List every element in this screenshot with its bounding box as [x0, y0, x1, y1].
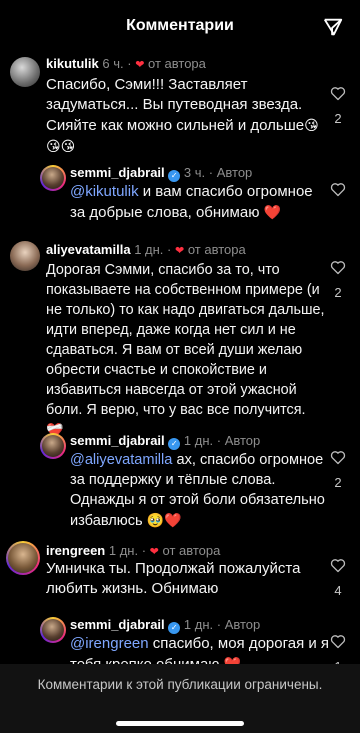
- comment-time: 3 ч.: [183, 165, 206, 180]
- like-count: 4: [334, 583, 342, 598]
- like-button[interactable]: 2: [330, 86, 346, 126]
- filter-icon[interactable]: [322, 16, 344, 38]
- like-count: 2: [334, 111, 342, 126]
- heart-outline-icon: [330, 183, 346, 197]
- comments-limited-notice: Комментарии к этой публикации ограничены…: [37, 677, 323, 692]
- mention-link[interactable]: @aliyevatamilla: [70, 452, 172, 468]
- comments-limited-footer: Комментарии к этой публикации ограничены…: [0, 664, 360, 733]
- reply-semmi-1: semmi_djabrail ✓ 3 ч. · Автор @kikutulik…: [0, 160, 360, 232]
- comment-time: 1 дн.: [183, 433, 214, 448]
- comment-username[interactable]: semmi_djabrail: [70, 433, 165, 448]
- comment-time: 1 дн.: [134, 242, 164, 257]
- comment-username[interactable]: semmi_djabrail: [70, 165, 165, 180]
- comment-text: Спасибо, Сэми!!! Заставляет задуматься..…: [46, 76, 319, 154]
- author-liked-heart-icon: ❤: [135, 59, 145, 71]
- liked-by-author-label: от автора: [148, 56, 206, 71]
- heart-outline-icon: [330, 451, 346, 465]
- comment-text: @aliyevatamilla ах, спасибо огромное за …: [70, 452, 325, 529]
- comment-username[interactable]: kikutulik: [46, 56, 99, 71]
- avatar[interactable]: [40, 617, 66, 643]
- reply-semmi-3: semmi_djabrail ✓ 1 дн. · Автор @irengree…: [0, 612, 360, 664]
- header: Комментарии: [0, 0, 360, 52]
- like-button[interactable]: 2: [330, 260, 346, 300]
- author-badge: Автор: [224, 617, 261, 632]
- comment-irengreen: irengreen 1 дн. · ❤ от автора Умничка ты…: [0, 538, 360, 610]
- author-badge: Автор: [224, 433, 261, 448]
- author-badge: Автор: [216, 165, 253, 180]
- mention-link[interactable]: @kikutulik: [70, 183, 139, 200]
- avatar[interactable]: [10, 241, 40, 271]
- comment-text: @irengreen спасибо, моя дорогая и я тебя…: [70, 635, 330, 664]
- comment-text: @kikutulik и вам спасибо огромное за доб…: [70, 183, 313, 221]
- comment-time: 1 дн.: [183, 617, 214, 632]
- like-button[interactable]: 2: [330, 450, 346, 490]
- reply-semmi-2: semmi_djabrail ✓ 1 дн. · Автор @aliyevat…: [0, 428, 360, 529]
- home-indicator[interactable]: [116, 721, 244, 726]
- author-liked-heart-icon: ❤: [174, 245, 185, 257]
- heart-outline-icon: [330, 635, 346, 649]
- verified-badge-icon: ✓: [168, 170, 181, 182]
- like-button[interactable]: 4: [330, 558, 346, 598]
- avatar[interactable]: [40, 165, 66, 191]
- comment-text: Дорогая Сэмми, спасибо за то, что показы…: [46, 262, 325, 438]
- liked-by-author-label: от автора: [162, 543, 221, 558]
- like-count: 2: [334, 285, 342, 300]
- avatar[interactable]: [10, 57, 40, 87]
- comment-username[interactable]: irengreen: [46, 543, 105, 558]
- mention-link[interactable]: @irengreen: [70, 635, 149, 652]
- heart-outline-icon: [330, 559, 346, 573]
- comment-username[interactable]: aliyevatamilla: [46, 242, 131, 257]
- comments-screen: Комментарии kikutulik 6 ч. · ❤ от автора…: [0, 0, 360, 733]
- author-liked-heart-icon: ❤: [149, 546, 159, 558]
- comment-username[interactable]: semmi_djabrail: [70, 617, 165, 632]
- like-button[interactable]: [330, 182, 346, 197]
- comment-text: Умничка ты. Продолжай пожалуйста любить …: [46, 560, 301, 597]
- heart-outline-icon: [330, 261, 346, 275]
- comment-time: 6 ч.: [102, 56, 124, 71]
- comment-aliyevatamilla: aliyevatamilla 1 дн. · ❤ от автора Дорог…: [0, 238, 360, 438]
- avatar[interactable]: [40, 433, 66, 459]
- verified-badge-icon: ✓: [168, 622, 181, 634]
- verified-badge-icon: ✓: [168, 438, 181, 450]
- comment-kikutulik: kikutulik 6 ч. · ❤ от автора Спасибо, Сэ…: [0, 52, 360, 160]
- liked-by-author-label: от автора: [187, 242, 246, 257]
- avatar[interactable]: [6, 541, 40, 575]
- like-count: 2: [334, 475, 342, 490]
- heart-outline-icon: [330, 87, 346, 101]
- comment-time: 1 дн.: [108, 543, 139, 558]
- page-title: Комментарии: [126, 17, 234, 34]
- like-button[interactable]: 1: [330, 634, 346, 664]
